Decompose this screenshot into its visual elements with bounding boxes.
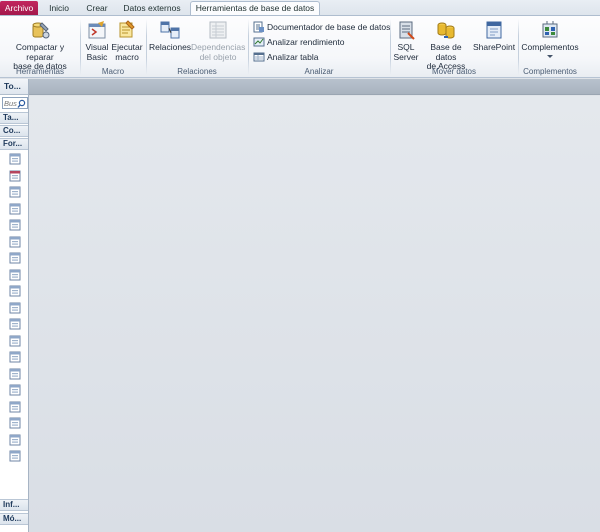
form-icon[interactable] [9,236,21,248]
visual-basic-button[interactable]: Visual Basic [83,19,111,62]
group-label-analizar: Analizar [304,67,334,76]
relationships-icon [160,21,180,39]
form-icon[interactable] [9,351,21,363]
form-icon[interactable] [9,219,21,231]
nav-category-modulos[interactable]: Mó... [0,513,28,525]
nav-category-formularios[interactable]: For... [0,138,28,150]
access-database-icon [437,22,455,39]
tab-crear[interactable]: Crear [80,2,114,16]
form-icon[interactable] [9,186,21,198]
sql-label-2: Server [393,51,419,62]
relaciones-button[interactable]: Relaciones [149,19,191,53]
form-icon[interactable] [9,203,21,215]
search-icon[interactable] [17,99,26,108]
analizar-rendimiento-button[interactable]: Analizar rendimiento [253,35,344,49]
sql-server-button[interactable]: SQL Server [393,19,419,62]
nav-category-consultas[interactable]: Co... [0,125,28,137]
group-macro: Visual Basic Ejecutar macro Macro [81,16,145,78]
sharepoint-label: SharePoint [473,42,516,52]
compact-repair-icon [32,22,50,39]
form-icon[interactable] [9,384,21,396]
form-icon[interactable] [9,285,21,297]
documentador-label: Documentador de base de datos [267,22,391,32]
group-label-herramientas: Herramientas [15,67,64,76]
object-dependencies-icon [209,21,227,39]
nav-search-box [2,97,28,109]
nav-category-informes[interactable]: Inf... [0,499,28,511]
dependencias-objeto-button[interactable]: Dependencias del objeto [191,19,245,62]
group-complementos: Complementos Complementos [519,16,581,78]
form-icon[interactable] [9,450,21,462]
form-icon[interactable] [9,269,21,281]
base-datos-access-button[interactable]: Base de datos de Access [419,19,473,72]
relaciones-btn-label: Relaciones [149,42,192,52]
nav-search-input[interactable] [4,98,18,108]
chevron-down-icon [547,54,553,58]
access-label-1: Base de datos [430,42,462,62]
form-icon[interactable] [9,335,21,347]
form-icon[interactable] [9,401,21,413]
ribbon: Compactar y reparar base de datos Herram… [0,15,600,78]
group-mover-datos: SQL Server Base de datos de Access Share… [391,16,517,78]
compactar-label-1: Compactar y reparar [15,42,65,62]
group-label-complementos: Complementos [523,67,577,76]
form-icon[interactable] [9,153,21,165]
group-label-macro: Macro [101,67,125,76]
form-icon[interactable] [9,434,21,446]
ejecutar-macro-button[interactable]: Ejecutar macro [111,19,143,62]
ribbon-tabs: Archivo Inicio Crear Datos externos Herr… [0,0,600,16]
workspace-area [29,96,600,532]
tab-inicio[interactable]: Inicio [42,2,76,16]
group-relaciones: Relaciones Dependencias del objeto Relac… [147,16,247,78]
sql-server-icon [399,21,415,40]
form-icon[interactable] [9,170,21,182]
visual-basic-icon [88,21,106,39]
add-ins-icon [542,21,558,38]
vb-label-2: Basic [86,51,108,62]
performance-icon [253,37,265,47]
vb-label-1: Visual [85,42,109,52]
tabla-label: Analizar tabla [267,52,319,62]
dependencias-label-1: Dependencias [191,42,246,52]
tab-datos-externos[interactable]: Datos externos [117,2,187,16]
analizar-tabla-button[interactable]: Analizar tabla [253,50,319,64]
analyze-table-icon [253,52,265,62]
sharepoint-button[interactable]: SharePoint [473,19,515,53]
nav-pane-header[interactable]: To... [0,79,28,95]
nav-category-tablas[interactable]: Ta... [0,112,28,124]
form-icon[interactable] [9,368,21,380]
group-label-relaciones: Relaciones [177,67,217,76]
form-icon[interactable] [9,302,21,314]
ejecutar-label-1: Ejecutar [111,42,143,52]
tab-archivo[interactable]: Archivo [0,1,38,16]
ribbon-bottom-band [29,79,600,95]
group-analizar: Documentador de base de datos Analizar r… [249,16,390,78]
documenter-icon [253,21,264,33]
group-label-mover-datos: Mover datos [431,67,477,76]
form-icon[interactable] [9,417,21,429]
sql-label-1: SQL [397,42,415,52]
form-icon[interactable] [9,318,21,330]
compactar-reparar-button[interactable]: Compactar y reparar base de datos [2,19,78,72]
complementos-button[interactable]: Complementos [521,19,579,58]
ejecutar-label-2: macro [115,51,139,62]
complementos-btn-label: Complementos [521,42,579,52]
tab-herramientas-base-datos[interactable]: Herramientas de base de datos [190,1,320,16]
group-herramientas: Compactar y reparar base de datos Herram… [0,16,80,78]
dependencias-label-2: del objeto [199,51,237,62]
run-macro-icon [119,20,135,38]
documentador-button[interactable]: Documentador de base de datos [253,20,390,34]
sharepoint-icon [486,21,502,39]
rendimiento-label: Analizar rendimiento [267,37,345,47]
navigation-pane: To... Ta... Co... For... Inf... Mó... [0,79,29,532]
form-icon[interactable] [9,252,21,264]
